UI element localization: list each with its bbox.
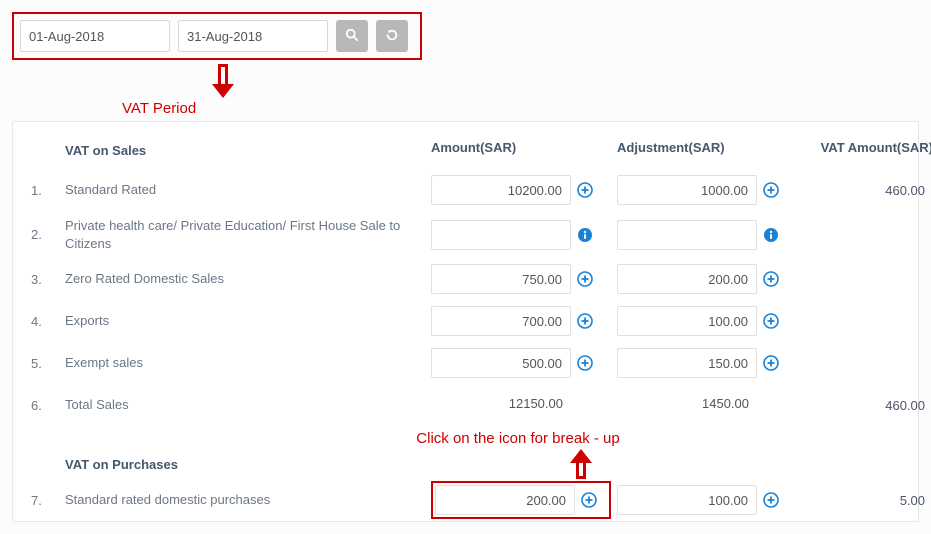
- row-num: 4.: [31, 308, 59, 335]
- search-button[interactable]: [336, 20, 368, 52]
- adjustment-input[interactable]: [617, 264, 757, 294]
- row-label-exports: Exports: [65, 306, 425, 336]
- row-label-private-health: Private health care/ Private Education/ …: [65, 211, 425, 258]
- plus-circle-icon[interactable]: [581, 492, 597, 508]
- plus-circle-icon[interactable]: [577, 355, 593, 371]
- total-adjustment: 1450.00: [617, 390, 757, 420]
- plus-circle-icon[interactable]: [763, 355, 779, 371]
- plus-circle-icon[interactable]: [577, 182, 593, 198]
- plus-circle-icon[interactable]: [577, 271, 593, 287]
- plus-circle-icon[interactable]: [763, 271, 779, 287]
- info-circle-icon[interactable]: [577, 227, 593, 243]
- col-header-adjustment: Adjustment(SAR): [617, 132, 797, 169]
- refresh-icon: [385, 28, 399, 45]
- col-header-amount: Amount(SAR): [431, 132, 611, 169]
- amount-input[interactable]: [435, 485, 575, 515]
- adjustment-input[interactable]: [617, 348, 757, 378]
- section-vat-on-sales: VAT on Sales: [65, 137, 425, 164]
- amount-input[interactable]: [431, 264, 571, 294]
- row-num: 3.: [31, 266, 59, 293]
- amount-input[interactable]: [431, 306, 571, 336]
- breakup-arrow: [570, 449, 592, 479]
- vat-form-panel: VAT on Sales Amount(SAR) Adjustment(SAR)…: [12, 121, 919, 522]
- row-label-std-domestic-purchases: Standard rated domestic purchases: [65, 485, 425, 515]
- amount-input[interactable]: [431, 220, 571, 250]
- row-num: 6.: [31, 392, 59, 419]
- adjustment-input[interactable]: [617, 175, 757, 205]
- search-icon: [345, 28, 359, 45]
- section-vat-on-purchases: VAT on Purchases: [65, 451, 425, 478]
- adjustment-input[interactable]: [617, 485, 757, 515]
- plus-circle-icon[interactable]: [763, 182, 779, 198]
- col-header-vat-amount: VAT Amount(SAR): [803, 132, 931, 169]
- row-num: 5.: [31, 350, 59, 377]
- vat-period-arrow: [212, 64, 234, 102]
- adjustment-input[interactable]: [617, 220, 757, 250]
- row-label-total-sales: Total Sales: [65, 390, 425, 420]
- plus-circle-icon[interactable]: [763, 313, 779, 329]
- breakup-annotation: Click on the icon for break - up: [416, 430, 619, 447]
- plus-circle-icon[interactable]: [577, 313, 593, 329]
- row-label-exempt: Exempt sales: [65, 348, 425, 378]
- row-num: 2.: [31, 221, 59, 248]
- row-num: 7.: [31, 487, 59, 514]
- refresh-button[interactable]: [376, 20, 408, 52]
- info-circle-icon[interactable]: [763, 227, 779, 243]
- total-amount: 12150.00: [431, 390, 571, 420]
- vat-amount-value: 460.00: [803, 183, 931, 198]
- vat-amount-value: 5.00: [803, 493, 931, 508]
- row-num: 1.: [31, 177, 59, 204]
- date-range-box: [12, 12, 422, 60]
- amount-input[interactable]: [431, 175, 571, 205]
- adjustment-input[interactable]: [617, 306, 757, 336]
- plus-circle-icon[interactable]: [763, 492, 779, 508]
- vat-period-annotation: VAT Period: [122, 100, 919, 117]
- row-label-zero-rated: Zero Rated Domestic Sales: [65, 264, 425, 294]
- row-label-standard-rated: Standard Rated: [65, 175, 425, 205]
- date-from-input[interactable]: [20, 20, 170, 52]
- vat-amount-value: 460.00: [803, 398, 931, 413]
- amount-input[interactable]: [431, 348, 571, 378]
- date-to-input[interactable]: [178, 20, 328, 52]
